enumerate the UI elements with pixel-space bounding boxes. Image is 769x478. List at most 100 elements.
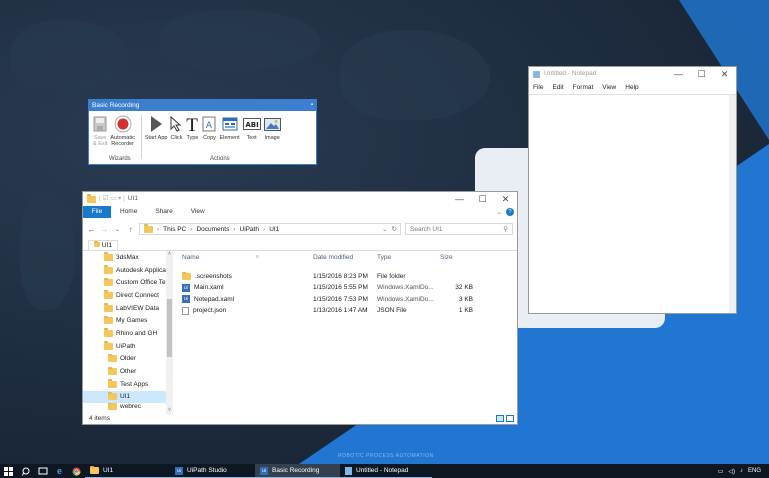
recording-title-bar[interactable]: Basic Recording ▪ [89,100,316,111]
basic-recording-window: Basic Recording ▪ Save & Exit Automatic … [88,99,317,165]
forward-arrow-icon[interactable]: → [100,225,109,234]
address-dropdown-icon[interactable]: ⌄ [382,225,387,233]
copy-button[interactable]: A Copy [202,115,216,156]
notepad-scrollbar[interactable] [729,95,736,313]
recent-dropdown-icon[interactable]: ⌄ [113,226,122,233]
notepad-icon [345,466,352,475]
refresh-icon[interactable]: ↻ [392,225,400,233]
nav-item-uipath[interactable]: UiPath [83,340,173,353]
edge-browser-icon[interactable]: e [51,464,68,478]
start-app-button[interactable]: Start App [145,115,167,156]
ribbon-tab-view[interactable]: View [182,206,214,218]
type-button[interactable]: T Type [185,115,199,156]
close-button[interactable]: ✕ [494,192,517,207]
file-row[interactable]: .screenshots 1/15/2016 8:23 PM File fold… [173,271,517,282]
click-button[interactable]: Click [170,115,182,156]
nav-item-3dsmax[interactable]: 3dsMax [83,251,173,264]
minimize-button[interactable]: — [448,192,471,207]
breadcrumb-documents[interactable]: Documents [196,226,229,233]
file-row[interactable]: Ui Main.xaml 1/15/2016 5:55 PM Windows.Xa… [173,282,517,293]
nav-item-test-apps[interactable]: Test Apps [83,378,173,391]
back-arrow-icon[interactable]: ← [87,225,96,234]
task-view-icon[interactable] [34,464,51,478]
search-box[interactable]: Search UI1 ⚲ [405,223,513,235]
quick-access-toolbar[interactable]: | ☑ ▭ ▾ | [99,192,125,206]
nav-item-labview[interactable]: LabVIEW Data [83,302,173,315]
taskbar-item-uipath-studio[interactable]: Ui UiPath Studio [170,464,255,478]
tab-ui1[interactable]: UI1 [88,240,118,250]
up-arrow-icon[interactable]: ↑ [126,225,135,234]
maximize-button[interactable]: ☐ [471,192,494,207]
file-name: Notepad.xaml [194,295,235,303]
nav-item-other[interactable]: Other [83,365,173,378]
breadcrumb-this-pc[interactable]: This PC [163,226,186,233]
type-text-icon: T [185,115,199,133]
element-button[interactable]: Element [219,115,240,156]
folder-icon [104,341,113,350]
sound-icon[interactable]: ♪ [740,468,743,474]
explorer-title-bar[interactable]: | ☑ ▭ ▾ | UI1 — ☐ ✕ [83,192,517,206]
file-row[interactable]: project.json 1/13/2016 1:47 AM JSON File… [173,305,517,316]
file-type: File folder [377,273,406,281]
taskbar-item-basic-recording[interactable]: Ui Basic Recording [255,464,340,478]
chrome-browser-icon[interactable] [68,464,85,478]
recording-title: Basic Recording [92,102,140,109]
chevron-down-icon[interactable]: ⌄ [497,208,502,216]
nav-item-webrec[interactable]: webrec [83,403,173,411]
maximize-button[interactable]: ☐ [690,67,713,82]
nav-item-direct-connect[interactable]: Direct Connect [83,289,173,302]
ribbon-tab-file[interactable]: File [83,206,111,218]
menu-file[interactable]: File [533,84,543,91]
breadcrumb-uipath[interactable]: UiPath [240,226,260,233]
map-shape [10,20,130,90]
nav-item-label: Test Apps [120,380,149,388]
menu-help[interactable]: Help [625,84,638,91]
large-icons-view-icon[interactable] [506,414,514,422]
text-button[interactable]: ABI Text [242,115,261,156]
column-date-modified[interactable]: Date modified [313,254,377,261]
notepad-window-controls: — ☐ ✕ [667,67,736,82]
image-button[interactable]: Image [263,115,281,156]
notepad-title-bar[interactable]: Untitled - Notepad — ☐ ✕ [529,67,736,81]
column-name[interactable]: Name ˄ [173,254,313,261]
menu-view[interactable]: View [602,84,616,91]
file-date: 1/15/2016 7:53 PM [313,295,368,303]
notepad-text-area[interactable] [529,94,736,313]
save-exit-button[interactable]: Save & Exit [93,115,107,156]
menu-edit[interactable]: Edit [552,84,563,91]
nav-item-ui1[interactable]: UI1 [83,390,173,404]
nav-item-label: webrec [120,403,141,411]
breadcrumb-ui1[interactable]: UI1 [269,226,279,233]
nav-scrollbar-thumb[interactable] [167,299,172,357]
close-button[interactable]: ✕ [713,67,736,82]
network-icon[interactable]: ▭ [718,468,724,475]
column-type[interactable]: Type [377,254,440,261]
details-view-icon[interactable] [496,414,504,422]
nav-item-older[interactable]: Older [83,353,173,366]
nav-item-custom-office[interactable]: Custom Office Ter [83,276,173,289]
scroll-up-icon[interactable]: ˄ [166,251,173,257]
start-button[interactable] [0,464,17,478]
file-row[interactable]: Ui Notepad.xaml 1/15/2016 7:53 PM Windows… [173,294,517,305]
image-label: Image [264,135,280,141]
nav-item-rhino[interactable]: Rhino and GH [83,327,173,340]
minimize-button[interactable]: — [667,67,690,82]
help-icon[interactable]: ? [506,208,514,216]
nav-item-label: Direct Connect [116,291,159,299]
language-indicator[interactable]: ENG [748,468,761,474]
menu-format[interactable]: Format [573,84,594,91]
volume-icon[interactable]: ◁) [728,468,735,475]
nav-item-my-games[interactable]: My Games [83,314,173,327]
pin-icon[interactable]: ▪ [311,100,313,111]
taskbar-item-ui1[interactable]: UI1 [85,464,170,478]
column-size[interactable]: Size [440,254,476,261]
taskbar-item-notepad[interactable]: Untitled - Notepad [340,464,432,478]
nav-scrollbar[interactable]: ˄ ˅ [166,251,173,415]
ribbon-tab-share[interactable]: Share [146,206,181,218]
ribbon-tab-home[interactable]: Home [111,206,146,218]
nav-item-autodesk[interactable]: Autodesk Applicat [83,264,173,277]
automatic-recorder-button[interactable]: Automatic Recorder [110,115,135,156]
copy-icon: A [202,115,216,133]
address-bar[interactable]: › This PC › Documents › UiPath › UI1 ⌄ ↻ [139,223,401,235]
search-icon[interactable] [17,464,34,478]
